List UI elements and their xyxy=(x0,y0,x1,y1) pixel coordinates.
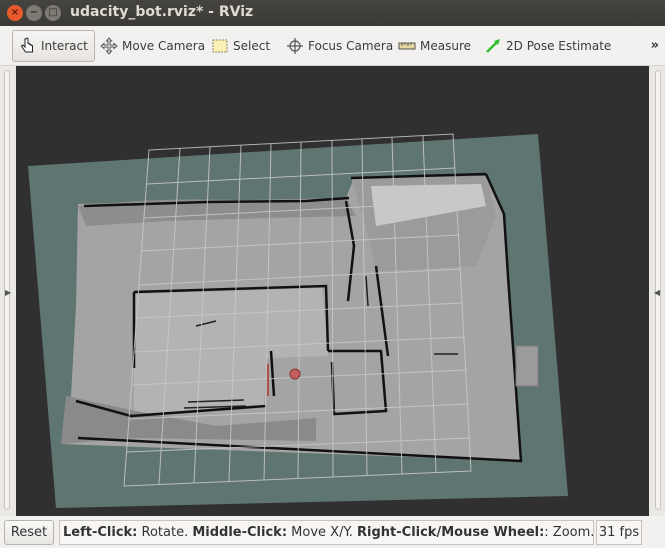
focus-crosshair-icon xyxy=(286,37,304,55)
tool-measure-label: Measure xyxy=(420,39,471,53)
window-title: udacity_bot.rviz* - RViz xyxy=(70,4,254,20)
hint-right-key: Right-Click/Mouse Wheel: xyxy=(357,525,545,540)
hint-middle-key: Middle-Click: xyxy=(192,525,288,540)
fps-counter: 31 fps xyxy=(596,520,642,545)
tool-measure[interactable]: Measure xyxy=(392,30,477,62)
close-window-button[interactable]: × xyxy=(7,5,23,21)
tool-focus-camera-label: Focus Camera xyxy=(308,39,394,53)
tool-2d-pose-estimate[interactable]: 2D Pose Estimate xyxy=(478,30,617,62)
select-rect-icon xyxy=(211,37,229,55)
map-side-object xyxy=(515,345,539,387)
map-scene xyxy=(28,133,568,508)
hint-left-action: Rotate. xyxy=(137,525,193,540)
hand-pointer-icon xyxy=(19,37,37,55)
tool-2d-pose-estimate-label: 2D Pose Estimate xyxy=(506,39,612,53)
minimize-window-button[interactable]: − xyxy=(26,5,42,21)
move-camera-icon xyxy=(100,37,118,55)
expand-left-arrow-icon[interactable]: ▶ xyxy=(5,288,11,297)
robot-marker xyxy=(289,368,301,380)
tool-select[interactable]: Select xyxy=(205,30,276,62)
pose-arrow-icon xyxy=(484,37,502,55)
tool-move-camera[interactable]: Move Camera xyxy=(94,30,211,62)
tool-focus-camera[interactable]: Focus Camera xyxy=(280,30,399,62)
render-viewport[interactable] xyxy=(16,66,649,516)
ruler-icon xyxy=(398,37,416,55)
left-dock-handle[interactable]: ▶ xyxy=(0,66,16,516)
right-dock-handle[interactable]: ◀ xyxy=(649,66,665,516)
tool-select-label: Select xyxy=(233,39,271,53)
expand-right-arrow-icon[interactable]: ◀ xyxy=(654,288,660,297)
status-bar: Reset Left-Click: Rotate. Middle-Click: … xyxy=(0,516,665,548)
title-bar: × − □ udacity_bot.rviz* - RViz xyxy=(0,0,665,26)
hint-middle-action: Move X/Y. xyxy=(287,525,358,540)
tool-interact-label: Interact xyxy=(41,39,88,53)
tool-toolbar: Interact Move Camera Select Focus Camera xyxy=(0,26,665,66)
toolbar-overflow-button[interactable]: » xyxy=(651,38,659,53)
hint-right-action: : Zoom. S xyxy=(544,525,594,540)
status-hint-text: Left-Click: Rotate. Middle-Click: Move X… xyxy=(59,520,594,545)
reset-button[interactable]: Reset xyxy=(4,520,54,545)
tool-move-camera-label: Move Camera xyxy=(122,39,206,53)
maximize-window-button[interactable]: □ xyxy=(45,5,61,21)
tool-interact[interactable]: Interact xyxy=(12,30,95,62)
hint-left-key: Left-Click: xyxy=(63,525,138,540)
